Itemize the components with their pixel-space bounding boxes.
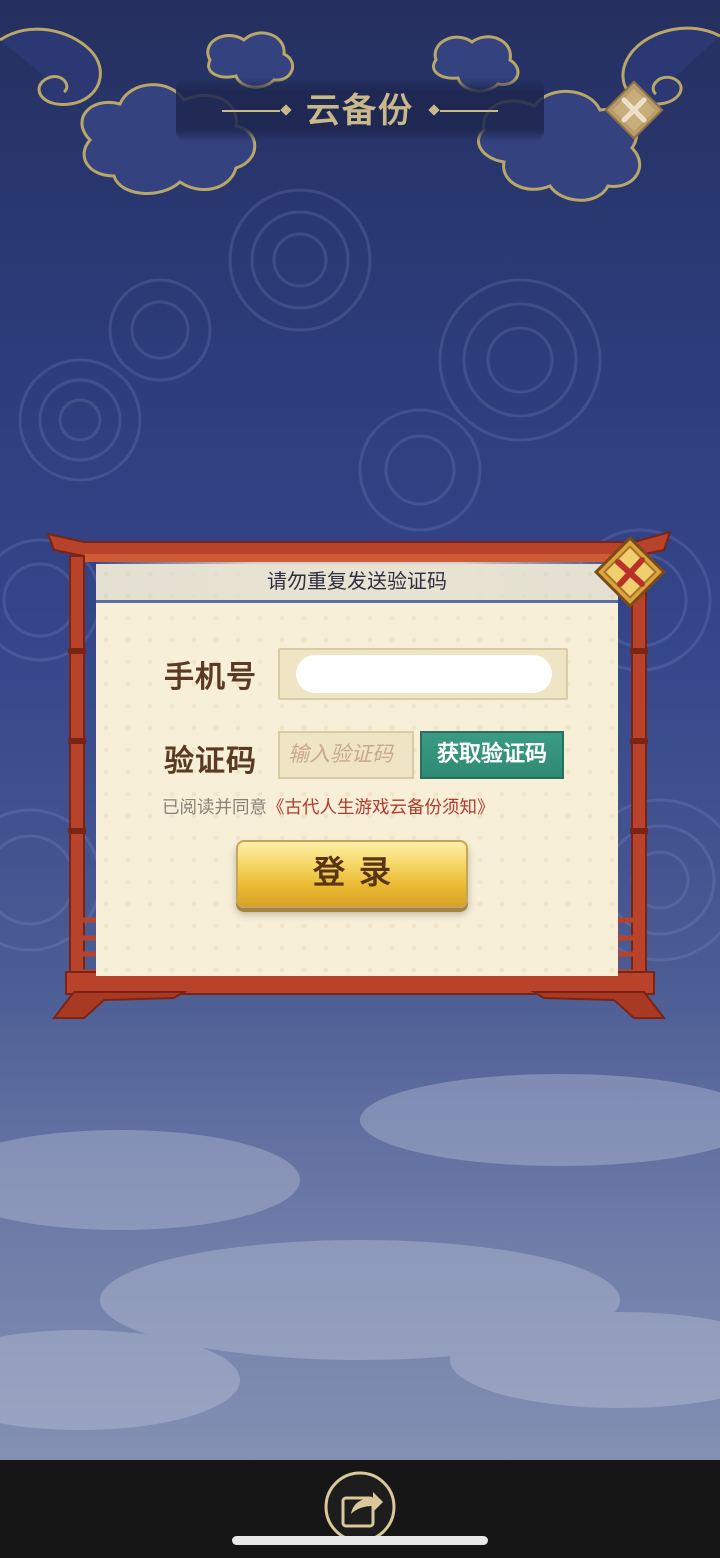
title-divider-left — [222, 110, 280, 112]
close-icon — [593, 535, 667, 609]
agreement-prefix: 已阅读并同意 — [162, 798, 267, 818]
bottom-bar — [0, 1460, 720, 1558]
phone-input[interactable] — [296, 655, 552, 693]
login-dialog: 请勿重复发送验证码 手机号 验证码 获取验证码 已阅读并同意《古代人生游戏云备份… — [44, 528, 674, 1028]
code-input[interactable] — [278, 731, 414, 779]
phone-field — [278, 648, 568, 700]
header: 云备份 — [0, 0, 720, 220]
share-icon — [324, 1471, 396, 1543]
home-indicator[interactable] — [232, 1536, 488, 1545]
background-clouds — [0, 1074, 720, 1430]
get-code-button[interactable]: 获取验证码 — [420, 731, 564, 779]
agreement-text: 已阅读并同意《古代人生游戏云备份须知》 — [162, 794, 582, 819]
header-close-button[interactable] — [602, 78, 666, 142]
close-icon — [604, 80, 664, 140]
phone-label: 手机号 — [164, 660, 257, 695]
agreement-link[interactable]: 《古代人生游戏云备份须知》 — [267, 798, 495, 818]
login-button[interactable]: 登录 — [236, 840, 468, 908]
share-button[interactable] — [323, 1470, 397, 1544]
title-divider-right — [440, 110, 498, 112]
dialog-close-button[interactable] — [592, 534, 668, 610]
notice-text: 请勿重复发送验证码 — [267, 569, 447, 593]
page-title: 云备份 — [306, 91, 414, 131]
code-label: 验证码 — [164, 744, 257, 779]
cloud-backup-screen: 云备份 请勿重复发送验证码 手机号 验证码 输入验证码 获取验证码 已阅读并同意… — [0, 0, 720, 1558]
